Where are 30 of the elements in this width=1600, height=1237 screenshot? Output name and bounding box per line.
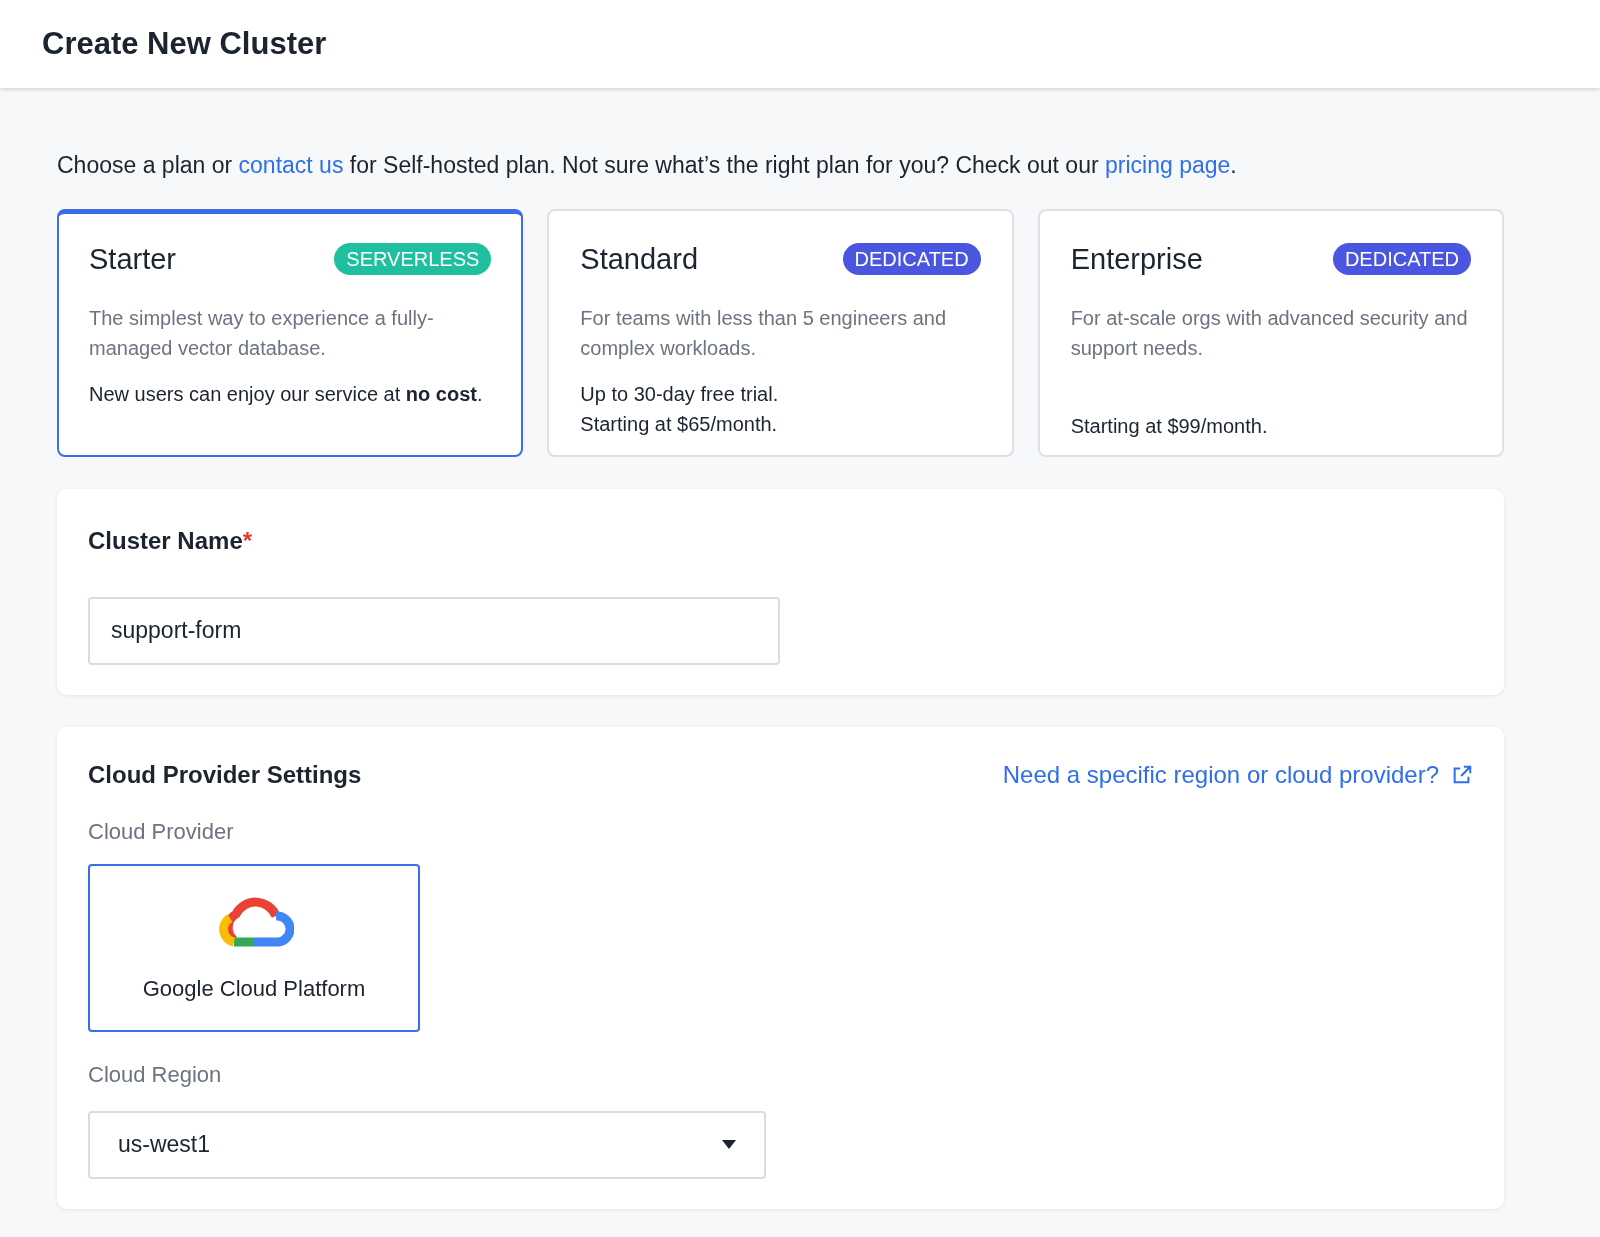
region-select[interactable]: us-west1 [88, 1110, 766, 1179]
cluster-name-input[interactable]: support-form [88, 596, 780, 665]
plan-detail: Starting at $99/month. [1070, 414, 1269, 439]
field-label: Cloud Provider [88, 817, 235, 846]
plan-detail: New users can enjoy our service at no cost. [89, 382, 484, 407]
region-help-link[interactable]: Need a specific region or cloud provider? [1002, 756, 1473, 793]
section-title: Cloud Provider Settings [88, 759, 362, 790]
contact-link[interactable]: contact us [238, 152, 344, 178]
plan-detail: Starting at $65/month. [580, 412, 779, 437]
field-label: Cluster Name* [88, 525, 254, 556]
plan-card[interactable]: Standard DEDICATED For teams with less than 5 engineers and complex workloads. Up to 30-day free trial. Starting at $65/month. [547, 208, 1014, 457]
page-title: Create New Cluster [42, 24, 327, 63]
field-label: Cloud Region [88, 1060, 223, 1089]
plan-tag: DEDICATED [842, 243, 981, 276]
external-link-icon [1451, 763, 1473, 786]
plan-card[interactable]: Enterprise DEDICATED For at-scale orgs with advanced security and support needs. Starting at $99/month. [1037, 208, 1504, 457]
pricing-link[interactable]: pricing page [1105, 152, 1231, 178]
caret-icon [722, 1140, 736, 1149]
plan-name: Enterprise [1070, 241, 1203, 277]
plan-tag: DEDICATED [1332, 243, 1471, 276]
plan-tag: SERVERLESS [334, 243, 492, 276]
plan-description: For teams with less than 5 engineers and complex workloads. [580, 306, 948, 361]
provider-option[interactable]: Google Cloud Platform [88, 863, 420, 1032]
plan-name: Starter [89, 241, 177, 277]
plan-description: For at-scale orgs with advanced security and support needs. [1070, 306, 1469, 361]
plan-card[interactable]: Starter SERVERLESS The simplest way to experience a fully-managed vector database. New users can enjoy our service at no cost. [57, 208, 524, 457]
plan-name: Standard [580, 241, 699, 277]
plan-detail: Up to 30-day free trial. [580, 382, 780, 407]
plan-description: The simplest way to experience a fully-managed vector database. [89, 306, 435, 361]
intro-text: Choose a plan or contact us for Self-hosted plan. Not sure what’s the right plan for you? Check out our pricing page. [57, 151, 1238, 180]
